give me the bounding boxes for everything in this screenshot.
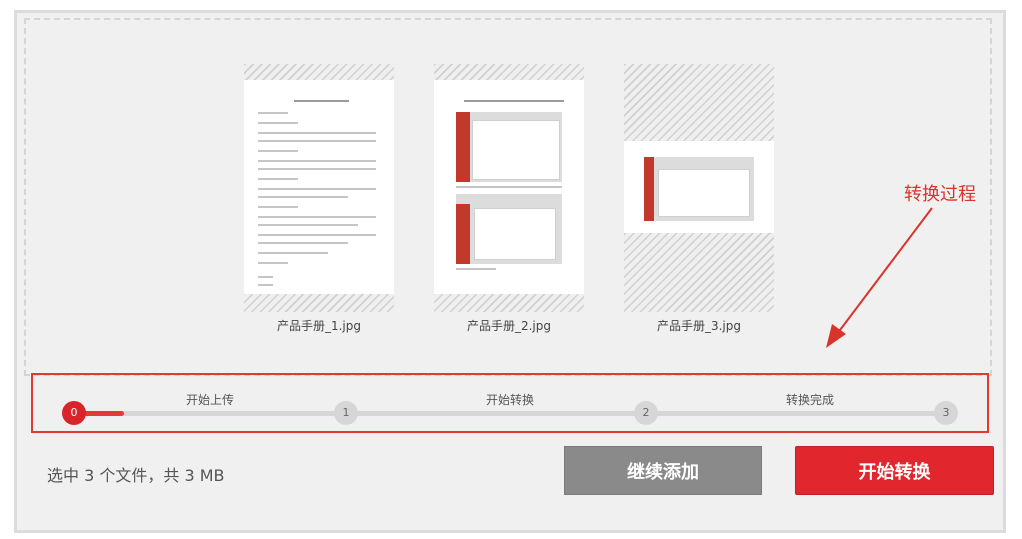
- stage-label-convert: 开始转换: [485, 393, 535, 407]
- step-node-2: 2: [634, 401, 658, 425]
- selection-summary: 选中 3 个文件，共 3 MB: [47, 466, 225, 485]
- conversion-progress: 0 1 2 3 开始上传 开始转换 转换完成: [31, 373, 989, 433]
- step-node-0: 0: [62, 401, 86, 425]
- step-node-1: 1: [334, 401, 358, 425]
- progress-track: [74, 411, 949, 416]
- continue-adding-button[interactable]: 继续添加: [564, 446, 762, 495]
- start-conversion-button[interactable]: 开始转换: [795, 446, 994, 495]
- stage-label-upload: 开始上传: [185, 393, 235, 407]
- step-node-3: 3: [934, 401, 958, 425]
- stage-label-done: 转换完成: [785, 393, 835, 407]
